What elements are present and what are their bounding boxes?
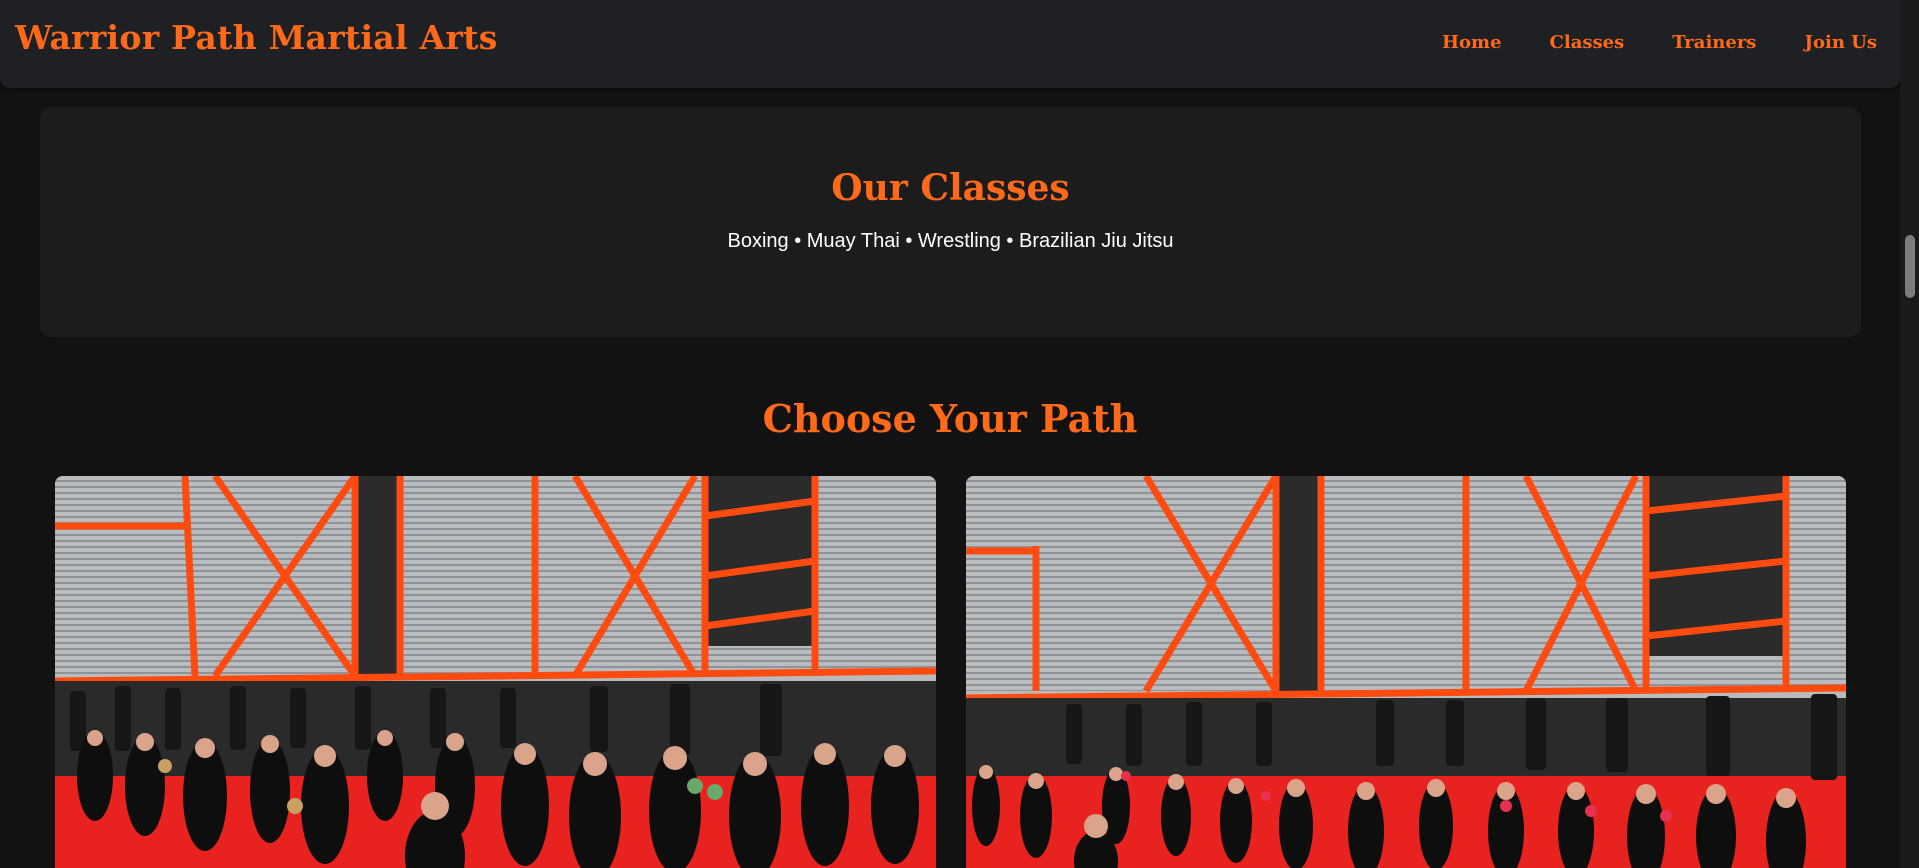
nav-link-home[interactable]: Home [1442, 32, 1502, 53]
gym-photo-kids-image [966, 476, 1846, 868]
gym-photo-adults-image [55, 476, 936, 868]
site-logo-text[interactable]: Warrior Path Martial Arts [15, 18, 498, 57]
classes-title: Our Classes [831, 167, 1070, 209]
gym-photo-adults[interactable] [55, 476, 936, 868]
nav-link-classes[interactable]: Classes [1550, 32, 1625, 53]
choose-path-title: Choose Your Path [762, 396, 1138, 441]
scrollbar-thumb[interactable] [1905, 235, 1915, 298]
page-scrollbar[interactable] [1900, 0, 1919, 868]
classes-list: Boxing • Muay Thai • Wrestling • Brazili… [727, 230, 1174, 252]
gym-photo-kids[interactable] [966, 476, 1846, 868]
navbar: Warrior Path Martial Arts Home Classes T… [0, 0, 1900, 88]
nav-links: Home Classes Trainers Join Us [1394, 32, 1877, 53]
nav-link-join-us[interactable]: Join Us [1804, 32, 1877, 53]
nav-link-trainers[interactable]: Trainers [1672, 32, 1756, 53]
classes-card: Our Classes Boxing • Muay Thai • Wrestli… [40, 107, 1861, 337]
